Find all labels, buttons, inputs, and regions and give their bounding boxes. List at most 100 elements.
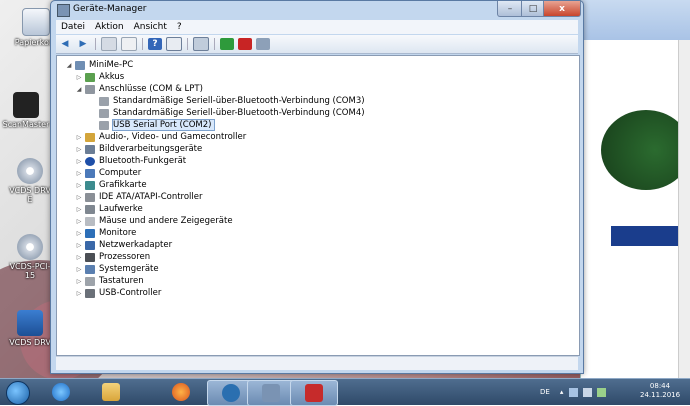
expand-arrow-icon[interactable]: ▷ <box>75 278 83 285</box>
minimize-button[interactable]: – <box>497 1 523 17</box>
expand-arrow-icon[interactable]: ▷ <box>75 218 83 225</box>
system-device-icon <box>85 264 95 274</box>
expand-arrow-icon[interactable]: ▷ <box>75 146 83 153</box>
expand-arrow-icon[interactable]: ▷ <box>75 242 83 249</box>
uninstall-icon[interactable] <box>238 38 252 50</box>
forward-arrow-icon[interactable]: ▶ <box>76 38 90 50</box>
properties-sheet-icon[interactable] <box>121 37 137 51</box>
tree-node-label: Monitore <box>99 228 137 238</box>
tree-node-monitors[interactable]: ▷ Monitore <box>75 227 137 239</box>
tree-node-audio[interactable]: ▷ Audio-, Video- und Gamecontroller <box>75 131 247 143</box>
menu-datei[interactable]: Datei <box>56 22 90 32</box>
expand-arrow-icon[interactable]: ▷ <box>75 194 83 201</box>
expand-arrow-icon[interactable]: ▷ <box>75 230 83 237</box>
desktop-icon-scanmaster[interactable]: ScanMaster <box>2 92 50 129</box>
expand-arrow-icon[interactable]: ▷ <box>75 182 83 189</box>
folder-icon <box>102 383 120 401</box>
taskbar: DE ▴ 08:44 24.11.2016 <box>0 378 690 406</box>
tree-node-label: Standardmäßige Seriell-über-Bluetooth-Ve… <box>113 96 365 106</box>
status-bar <box>56 356 578 370</box>
tree-node-com3[interactable]: Standardmäßige Seriell-über-Bluetooth-Ve… <box>89 95 365 107</box>
port-icon <box>99 108 109 118</box>
battery-icon <box>85 72 95 82</box>
help-icon[interactable]: ? <box>148 38 162 50</box>
taskbar-internet-explorer[interactable] <box>38 380 84 404</box>
expand-arrow-icon[interactable]: ▷ <box>75 158 83 165</box>
desktop-icon-vcds-pci[interactable]: VCDS-PCI-15 <box>6 234 54 280</box>
background-window-scrollbar[interactable] <box>678 40 690 378</box>
collapse-arrow-icon[interactable]: ◢ <box>65 62 73 69</box>
desktop-icon-vcds-drv[interactable]: VCDS DRV <box>6 310 54 347</box>
vcds-icon <box>17 310 43 336</box>
camera-icon <box>85 144 95 154</box>
background-window-titlebar <box>581 0 690 40</box>
tree-node-label: Akkus <box>99 72 125 82</box>
tree-node-ide[interactable]: ▷ IDE ATA/ATAPI-Controller <box>75 191 203 203</box>
expand-arrow-icon[interactable]: ▷ <box>75 290 83 297</box>
window-titlebar[interactable]: Geräte-Manager – □ x <box>51 1 583 19</box>
taskbar-explorer[interactable] <box>88 380 134 404</box>
tree-node-mice[interactable]: ▷ Mäuse und andere Zeigegeräte <box>75 215 233 227</box>
close-button[interactable]: x <box>543 1 581 17</box>
port-icon <box>99 120 109 130</box>
tree-node-usb[interactable]: ▷ USB-Controller <box>75 287 162 299</box>
disable-device-icon[interactable] <box>256 38 270 50</box>
tree-root[interactable]: ◢ MiniMe-PC <box>65 59 133 71</box>
menu-help[interactable]: ? <box>172 22 187 32</box>
tree-node-com2[interactable]: USB Serial Port (COM2) <box>89 119 216 131</box>
tree-node-imaging[interactable]: ▷ Bildverarbeitungsgeräte <box>75 143 203 155</box>
tree-node-com4[interactable]: Standardmäßige Seriell-über-Bluetooth-Ve… <box>89 107 365 119</box>
desktop-icon-label: VCDS DRV E <box>9 186 51 204</box>
properties-icon[interactable] <box>166 37 182 51</box>
usb-icon <box>85 288 95 298</box>
desktop-icon-vcds-drv-e[interactable]: VCDS DRV E <box>6 158 54 204</box>
tree-node-akkus[interactable]: ▷ Akkus <box>75 71 125 83</box>
device-manager-icon <box>262 384 280 402</box>
internet-explorer-icon <box>52 383 70 401</box>
taskbar-firefox[interactable] <box>158 380 204 404</box>
tree-node-ports[interactable]: ◢ Anschlüsse (COM & LPT) <box>75 83 203 95</box>
console-tree-icon[interactable] <box>101 37 117 51</box>
back-arrow-icon[interactable]: ◀ <box>58 38 72 50</box>
menu-aktion[interactable]: Aktion <box>90 22 129 32</box>
background-window <box>580 0 690 378</box>
system-tray: DE ▴ <box>540 379 607 405</box>
show-hidden-icons-icon[interactable]: ▴ <box>560 388 564 396</box>
maximize-button[interactable]: □ <box>521 1 545 17</box>
tree-node-computer[interactable]: ▷ Computer <box>75 167 142 179</box>
update-driver-icon[interactable] <box>220 38 234 50</box>
expand-arrow-icon[interactable]: ▷ <box>75 206 83 213</box>
menu-ansicht[interactable]: Ansicht <box>129 22 172 32</box>
tree-node-graphics[interactable]: ▷ Grafikkarte <box>75 179 147 191</box>
tree-node-keyboards[interactable]: ▷ Tastaturen <box>75 275 144 287</box>
start-button[interactable] <box>6 381 30 405</box>
volume-icon[interactable] <box>583 387 593 397</box>
tree-node-drives[interactable]: ▷ Laufwerke <box>75 203 143 215</box>
taskbar-toolbox[interactable] <box>290 380 338 406</box>
power-icon[interactable] <box>597 387 607 397</box>
network-icon[interactable] <box>569 387 579 397</box>
tree-node-system[interactable]: ▷ Systemgeräte <box>75 263 159 275</box>
mouse-icon <box>85 216 95 226</box>
language-indicator[interactable]: DE <box>540 388 550 396</box>
tree-node-label: USB-Controller <box>99 288 162 298</box>
tree-node-network[interactable]: ▷ Netzwerkadapter <box>75 239 172 251</box>
expand-arrow-icon[interactable]: ▷ <box>75 134 83 141</box>
tree-node-label: Standardmäßige Seriell-über-Bluetooth-Ve… <box>113 108 365 118</box>
device-tree: ◢ MiniMe-PC ▷ Akkus ◢ Anschlüsse (COM & … <box>56 55 580 356</box>
tree-node-bluetooth[interactable]: ▷ Bluetooth-Funkgerät <box>75 155 186 167</box>
expand-arrow-icon[interactable]: ▷ <box>75 266 83 273</box>
tree-node-processors[interactable]: ▷ Prozessoren <box>75 251 150 263</box>
clock[interactable]: 08:44 24.11.2016 <box>640 382 680 400</box>
scan-hardware-icon[interactable] <box>193 37 209 51</box>
tree-node-label: Netzwerkadapter <box>99 240 173 250</box>
expand-arrow-icon[interactable]: ▷ <box>75 170 83 177</box>
toolbar-separator <box>95 38 96 50</box>
collapse-arrow-icon[interactable]: ◢ <box>75 86 83 93</box>
drive-icon <box>85 204 95 214</box>
expand-arrow-icon[interactable]: ▷ <box>75 254 83 261</box>
desktop-icon-label: VCDS-PCI-15 <box>9 262 51 280</box>
taskbar-device-manager[interactable] <box>247 380 295 406</box>
expand-arrow-icon[interactable]: ▷ <box>75 74 83 81</box>
keyboard-icon <box>85 276 95 286</box>
